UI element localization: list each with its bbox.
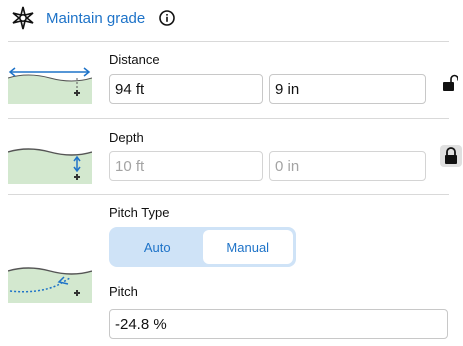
depth-diagram-icon	[8, 148, 92, 184]
pitch-diagram-icon	[8, 267, 92, 303]
locked-padlock-button[interactable]	[440, 145, 462, 167]
page-title[interactable]: Maintain grade	[46, 10, 145, 27]
distance-section: Distance 94 ft 9 in	[0, 42, 463, 118]
pitch-section: Pitch Type Auto Manual Pitch -24.8 %	[0, 195, 463, 346]
depth-feet-input: 10 ft	[109, 151, 263, 181]
pitch-input[interactable]: -24.8 %	[109, 309, 448, 339]
distance-diagram-icon	[8, 67, 92, 104]
distance-inches-input[interactable]: 9 in	[269, 74, 426, 104]
unlocked-padlock-icon[interactable]	[442, 74, 458, 92]
depth-section: Depth 10 ft 0 in	[0, 119, 463, 194]
pitch-type-segmented-control: Auto Manual	[109, 227, 296, 267]
compass-star-icon	[12, 6, 34, 30]
pitch-type-label: Pitch Type	[109, 205, 170, 220]
header: Maintain grade	[10, 6, 176, 30]
distance-label: Distance	[109, 52, 160, 67]
info-circle-icon[interactable]	[159, 10, 176, 26]
locked-padlock-icon	[445, 147, 457, 164]
pitch-type-auto-option[interactable]: Auto	[112, 230, 203, 264]
pitch-label: Pitch	[109, 284, 138, 299]
depth-inches-input: 0 in	[269, 151, 426, 181]
depth-label: Depth	[109, 130, 144, 145]
pitch-type-manual-option[interactable]: Manual	[202, 230, 293, 264]
distance-feet-input[interactable]: 94 ft	[109, 74, 263, 104]
